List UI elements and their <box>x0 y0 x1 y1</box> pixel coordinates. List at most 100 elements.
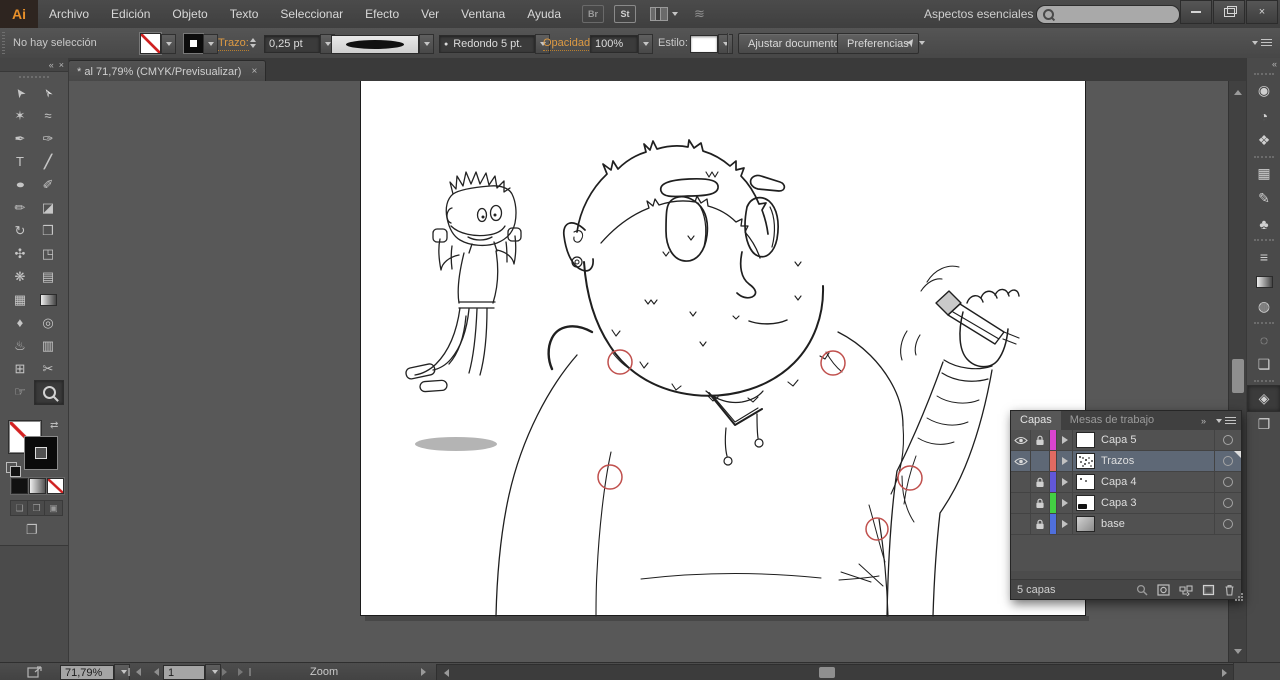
expand-arrow-icon[interactable] <box>1057 514 1073 534</box>
scroll-right-icon[interactable] <box>1222 669 1231 677</box>
appearance-panel-icon[interactable]: ◌ <box>1247 327 1280 352</box>
layer-thumbnail[interactable] <box>1076 516 1095 532</box>
gradient-tool[interactable] <box>34 288 62 311</box>
layer-row-trazos[interactable]: Trazos <box>1011 451 1241 472</box>
minimize-button[interactable] <box>1180 0 1212 24</box>
pencil-tool[interactable]: ✏ <box>6 196 34 219</box>
isolate-selection-icon[interactable]: ➤ <box>903 35 918 50</box>
layer-target-icon[interactable] <box>1214 430 1241 450</box>
ellipse-tool[interactable]: ● <box>6 173 34 196</box>
document-tab[interactable]: * al 71,79% (CMYK/Previsualizar) × <box>68 60 267 82</box>
visibility-toggle[interactable] <box>1011 493 1031 513</box>
swatches-panel-icon[interactable]: ▦ <box>1247 161 1280 186</box>
shape-builder-tool[interactable]: ❋ <box>6 265 34 288</box>
pen-variant-tool[interactable]: ✑ <box>34 127 62 150</box>
locate-object-icon[interactable] <box>1136 584 1148 596</box>
line-segment-tool[interactable]: ╱ <box>34 150 62 173</box>
layer-thumbnail[interactable] <box>1076 495 1095 511</box>
opacity-link[interactable]: Opacidad: <box>543 37 594 51</box>
color-mode-gradient[interactable] <box>29 478 46 494</box>
symbols-panel-icon[interactable]: ♣ <box>1247 211 1280 236</box>
new-sublayer-icon[interactable] <box>1179 584 1193 596</box>
control-panel-menu-icon[interactable] <box>1248 38 1272 48</box>
zoom-level-field[interactable]: 71,79% <box>60 665 114 680</box>
menu-ver[interactable]: Ver <box>410 0 450 28</box>
width-tool[interactable]: ✣ <box>6 242 34 265</box>
column-graph-tool[interactable]: ▥ <box>34 334 62 357</box>
stroke-swatch[interactable] <box>25 437 57 469</box>
layer-thumbnail[interactable] <box>1076 474 1095 490</box>
stroke-width-stepper[interactable] <box>250 34 256 52</box>
pen-tool[interactable]: ✒ <box>6 127 34 150</box>
fill-color-swatch[interactable] <box>140 33 161 54</box>
arrange-documents-icon[interactable] <box>650 7 669 21</box>
dock-grip[interactable] <box>1247 236 1280 244</box>
layer-thumbnail[interactable] <box>1076 453 1095 469</box>
rotate-tool[interactable]: ↻ <box>6 219 34 242</box>
layers-panel-menu-icon[interactable] <box>1212 416 1236 426</box>
magic-wand-tool[interactable]: ✶ <box>6 104 34 127</box>
last-artboard-icon[interactable] <box>238 668 251 676</box>
stock-button[interactable]: St <box>614 5 637 23</box>
workspace-switcher[interactable]: Aspectos esenciales <box>924 0 1044 28</box>
tab-capas[interactable]: Capas <box>1011 411 1061 430</box>
kuler-panel-icon[interactable]: ❖ <box>1247 128 1280 153</box>
style-caret[interactable] <box>718 34 733 54</box>
clipping-mask-icon[interactable] <box>1157 583 1170 596</box>
layer-target-icon[interactable] <box>1214 514 1241 534</box>
stroke-width-field[interactable]: 0,25 pt <box>264 35 320 53</box>
layer-row-capa-4[interactable]: Capa 4 <box>1011 472 1241 493</box>
artboard-number-field[interactable]: 1 <box>163 665 205 680</box>
previous-artboard-icon[interactable] <box>150 668 159 676</box>
eraser-tool[interactable]: ◪ <box>34 196 62 219</box>
layer-name[interactable]: Capa 3 <box>1101 497 1214 509</box>
layer-row-capa-5[interactable]: Capa 5 <box>1011 430 1241 451</box>
color-guide-panel-icon[interactable]: ◔ <box>1247 103 1280 128</box>
draw-inside-mode[interactable]: ▣ <box>44 500 63 516</box>
menu-ayuda[interactable]: Ayuda <box>516 0 572 28</box>
transparency-panel-icon[interactable]: ◍ <box>1247 294 1280 319</box>
dock-grip[interactable] <box>1247 70 1280 78</box>
document-tab-close-icon[interactable]: × <box>251 66 257 77</box>
layer-target-icon[interactable] <box>1214 493 1241 513</box>
scroll-left-icon[interactable] <box>440 669 449 677</box>
layers-panel-icon[interactable]: ◈ <box>1247 385 1280 412</box>
layer-name[interactable]: Capa 5 <box>1101 434 1214 446</box>
graphic-styles-panel-icon[interactable]: ❏ <box>1247 352 1280 377</box>
scroll-up-icon[interactable] <box>1234 86 1242 95</box>
fit-document-button[interactable]: Ajustar documento <box>738 33 850 54</box>
direct-selection-tool[interactable]: ➢ <box>34 81 62 104</box>
menu-archivo[interactable]: Archivo <box>38 0 100 28</box>
arrange-documents-caret[interactable] <box>672 12 679 19</box>
lock-toggle[interactable] <box>1031 472 1050 492</box>
menu-texto[interactable]: Texto <box>219 0 270 28</box>
dock-grip[interactable] <box>1247 377 1280 385</box>
brushes-panel-icon[interactable]: ✎ <box>1247 186 1280 211</box>
expand-arrow-icon[interactable] <box>1057 472 1073 492</box>
perspective-grid-tool[interactable]: ▤ <box>34 265 62 288</box>
lock-toggle[interactable] <box>1031 493 1050 513</box>
next-artboard-icon[interactable] <box>222 668 231 676</box>
dock-grip[interactable] <box>1247 153 1280 161</box>
lock-toggle[interactable] <box>1031 514 1050 534</box>
layer-target-icon[interactable] <box>1214 472 1241 492</box>
default-fill-stroke-icon[interactable] <box>6 462 21 477</box>
tools-collapse-icon[interactable]: « <box>49 60 54 70</box>
dock-collapse-icon[interactable]: « <box>1247 58 1280 70</box>
visibility-toggle[interactable] <box>1011 514 1031 534</box>
expand-arrow-icon[interactable] <box>1057 451 1073 471</box>
delete-layer-icon[interactable] <box>1224 584 1235 596</box>
layer-name[interactable]: Capa 4 <box>1101 476 1214 488</box>
menu-edicion[interactable]: Edición <box>100 0 161 28</box>
menu-seleccionar[interactable]: Seleccionar <box>269 0 354 28</box>
visibility-toggle[interactable] <box>1011 451 1031 471</box>
type-tool[interactable]: T <box>6 150 34 173</box>
slice-tool[interactable]: ✂ <box>34 357 62 380</box>
brush-definition-preview[interactable] <box>331 34 419 54</box>
opacity-field[interactable]: 100% <box>590 35 638 53</box>
opacity-caret[interactable] <box>638 34 653 54</box>
artboards-panel-icon[interactable]: ❐ <box>1247 412 1280 437</box>
dock-grip[interactable] <box>1247 319 1280 327</box>
free-transform-tool[interactable]: ◳ <box>34 242 62 265</box>
artboard-number-caret[interactable] <box>205 664 221 680</box>
